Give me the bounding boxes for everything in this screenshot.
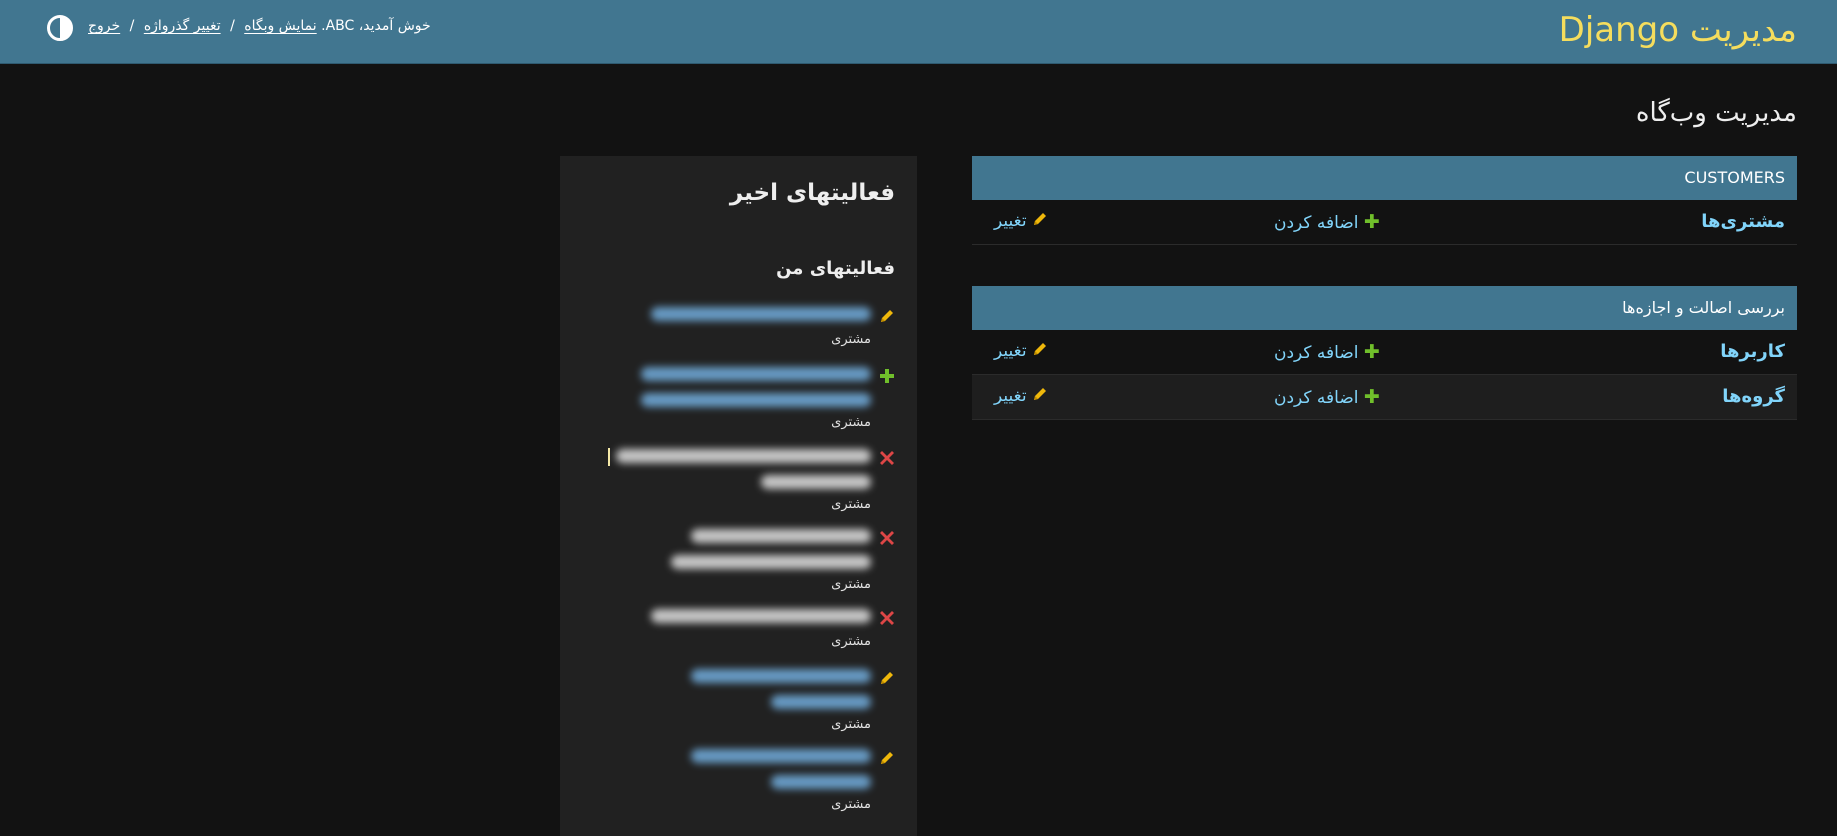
contrast-icon [47,15,73,41]
add-link[interactable]: ✚ اضافه کردن [1274,341,1380,363]
view-site-link[interactable]: نمایش وبگاه [244,18,316,34]
change-label: تغییر [994,341,1027,361]
header: مدیریت Django خوش آمدید، ABC. نمایش وبگا… [0,0,1837,64]
recent-actions-title: فعالیتهای اخیر [729,180,895,206]
app-caption[interactable]: بررسی اصالت و اجازه‌ها [972,286,1797,330]
plus-icon: ✚ [1363,211,1380,233]
change-label: تغییر [994,211,1027,231]
site-title[interactable]: مدیریت Django [1559,10,1797,50]
model-link-customers[interactable]: مشتری‌ها [1701,211,1785,232]
model-row: کاربرها ✚ اضافه کردن تغییر [972,330,1797,375]
redacted-object-text [691,529,871,543]
plus-icon: ✚ [1363,341,1380,363]
action-item: مشتری [605,668,895,732]
redacted-object-text [761,475,871,489]
add-label: اضافه کردن [1274,213,1359,233]
change-link[interactable]: تغییر [994,341,1048,361]
content-type-label: مشتری [831,717,871,732]
pencil-icon [1033,213,1046,225]
redacted-object-text [616,449,871,463]
add-label: اضافه کردن [1274,343,1359,363]
pencil-icon [1033,343,1046,355]
welcome-text: خوش آمدید، ABC. [321,18,431,34]
redacted-object-link[interactable] [641,367,871,381]
app-module-customers: CUSTOMERS مشتری‌ها ✚ اضافه کردن تغییر [972,156,1797,245]
redacted-object-link[interactable] [771,695,871,709]
action-item: مشتری [605,306,895,347]
delete-icon [880,611,894,625]
pencil-icon [1033,388,1046,400]
delete-icon [880,451,894,465]
separator: / [230,18,235,34]
model-row: گروه‌ها ✚ اضافه کردن تغییر [972,375,1797,420]
redacted-object-text [651,609,871,623]
action-item: مشتری [605,748,895,812]
my-actions-subtitle: فعالیتهای من [776,258,895,279]
change-password-link[interactable]: تغییر گذرواژه [144,18,221,34]
model-row: مشتری‌ها ✚ اضافه کردن تغییر [972,200,1797,245]
add-link[interactable]: ✚ اضافه کردن [1274,386,1380,408]
redacted-object-text [671,555,871,569]
recent-actions-panel: فعالیتهای اخیر فعالیتهای من مشتری مشتری [560,156,917,836]
theme-toggle-button[interactable] [46,14,74,42]
delete-icon [880,531,894,545]
change-link[interactable]: تغییر [994,211,1048,231]
add-label: اضافه کردن [1274,388,1359,408]
content-type-label: مشتری [831,415,871,430]
page-title: مدیریت وب‌گاه [1635,98,1797,128]
content-type-label: مشتری [831,577,871,592]
change-link[interactable]: تغییر [994,386,1048,406]
action-item: مشتری [605,608,895,649]
redacted-object-link[interactable] [691,749,871,763]
plus-icon: ✚ [1363,386,1380,408]
app-module-auth: بررسی اصالت و اجازه‌ها کاربرها ✚ اضافه ک… [972,286,1797,420]
redacted-object-link[interactable] [691,669,871,683]
text-cursor [608,448,610,466]
plus-icon [880,369,894,383]
content-type-label: مشتری [831,497,871,512]
content-type-label: مشتری [831,634,871,649]
content-type-label: مشتری [831,797,871,812]
app-caption[interactable]: CUSTOMERS [972,156,1797,200]
change-label: تغییر [994,386,1027,406]
pencil-icon [881,672,893,684]
content-type-label: مشتری [831,332,871,347]
action-item: مشتری [605,366,895,430]
redacted-object-link[interactable] [771,775,871,789]
logout-link[interactable]: خروج [88,18,120,34]
user-tools: خوش آمدید، ABC. نمایش وبگاه / تغییر گذرو… [88,18,431,34]
model-link-users[interactable]: کاربرها [1720,341,1785,362]
add-link[interactable]: ✚ اضافه کردن [1274,211,1380,233]
model-link-groups[interactable]: گروه‌ها [1722,386,1785,407]
separator: / [129,18,135,34]
redacted-object-link[interactable] [651,307,871,321]
action-item: مشتری [605,448,895,512]
action-item: مشتری [605,528,895,592]
pencil-icon [881,752,893,764]
redacted-object-link[interactable] [641,393,871,407]
pencil-icon [881,310,893,322]
